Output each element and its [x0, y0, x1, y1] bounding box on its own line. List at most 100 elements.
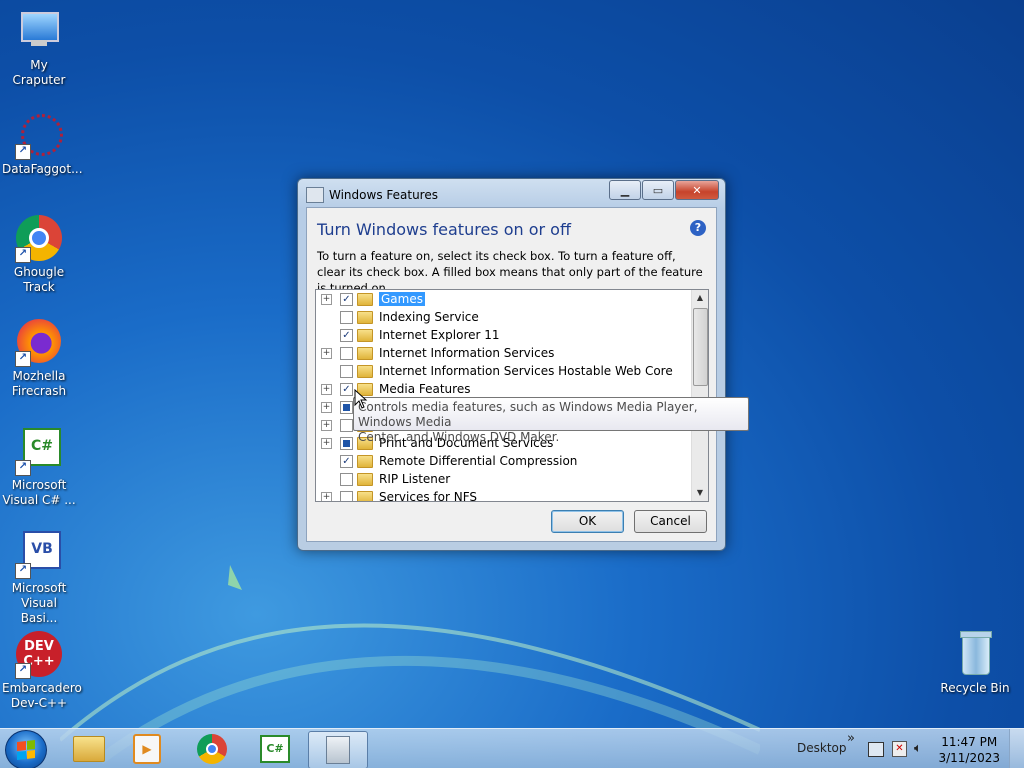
- taskbar-visual-csharp[interactable]: C#: [246, 731, 304, 767]
- scrollbar-thumb[interactable]: [693, 308, 708, 386]
- folder-icon: [73, 736, 105, 762]
- action-center-icon[interactable]: ✕: [892, 741, 907, 757]
- desktop-icon-my-computer[interactable]: My Craputer: [2, 8, 76, 88]
- vertical-scrollbar[interactable]: ▲ ▼: [691, 290, 708, 501]
- desktop-icon-dev-cpp[interactable]: DEV C++ ↗ Embarcadero Dev-C++: [2, 631, 82, 711]
- desktop-icon-visual-csharp[interactable]: C# ↗ Microsoft Visual C# ...: [2, 428, 76, 508]
- feature-checkbox[interactable]: [340, 400, 353, 414]
- feature-checkbox[interactable]: ✓: [340, 292, 353, 306]
- taskbar-explorer[interactable]: [60, 731, 118, 767]
- desktop-icon-recycle-bin[interactable]: Recycle Bin: [938, 631, 1012, 696]
- help-icon[interactable]: ?: [690, 220, 706, 236]
- start-button[interactable]: [5, 730, 47, 768]
- feature-row[interactable]: + Services for NFS: [316, 488, 478, 502]
- feature-row[interactable]: Indexing Service: [316, 308, 479, 326]
- show-desktop-button[interactable]: [1009, 729, 1024, 768]
- clock-date: 3/11/2023: [938, 751, 1000, 765]
- feature-label: Indexing Service: [379, 310, 479, 324]
- window-app-icon: [306, 187, 324, 203]
- windows-logo-icon: [17, 740, 35, 760]
- clock[interactable]: 11:47 PM 3/11/2023: [938, 734, 1000, 766]
- feature-label: Internet Explorer 11: [379, 328, 500, 342]
- feature-checkbox[interactable]: [340, 472, 353, 486]
- dev-cpp-icon: DEV C++ ↗: [15, 631, 63, 679]
- shortcut-arrow-icon: ↗: [15, 563, 31, 579]
- taskbar-windows-features[interactable]: [308, 731, 368, 768]
- feature-label: Games: [379, 292, 425, 306]
- feature-row[interactable]: Internet Information Services Hostable W…: [316, 362, 673, 380]
- folder-icon: [357, 310, 373, 324]
- clock-time: 11:47 PM: [941, 735, 998, 749]
- expand-icon[interactable]: +: [321, 437, 332, 449]
- shortcut-arrow-icon: ↗: [15, 247, 31, 263]
- expand-icon[interactable]: +: [321, 293, 332, 305]
- shortcut-arrow-icon: ↗: [15, 144, 31, 160]
- close-icon: ✕: [692, 183, 702, 197]
- dialog-heading: Turn Windows features on or off: [317, 220, 571, 239]
- network-icon[interactable]: [868, 742, 884, 757]
- maximize-icon: ▭: [652, 183, 664, 197]
- taskbar: ▶ C# Desktop » ✕ 🔈︎ 11:47 PM 3/11/2023: [0, 728, 1024, 768]
- ok-button[interactable]: OK: [551, 510, 624, 533]
- scroll-up-icon[interactable]: ▲: [692, 290, 708, 306]
- feature-label: Remote Differential Compression: [379, 454, 578, 468]
- folder-icon: [357, 490, 373, 501]
- minimize-button[interactable]: ▁: [609, 180, 641, 200]
- chrome-icon: ↗: [15, 215, 63, 263]
- computer-icon: [15, 8, 63, 56]
- feature-row[interactable]: ✓ Internet Explorer 11: [316, 326, 500, 344]
- feature-checkbox[interactable]: ✓: [340, 382, 353, 396]
- feature-checkbox[interactable]: [340, 436, 353, 450]
- desktop-icon-visual-basic[interactable]: VB ↗ Microsoft Visual Basi...: [2, 531, 76, 626]
- desktop-icon-datafaggot[interactable]: ↗ DataFaggot...: [2, 112, 83, 177]
- feature-checkbox[interactable]: [340, 418, 353, 432]
- feature-checkbox[interactable]: ✓: [340, 328, 353, 342]
- windows-features-dialog: Windows Features ▁ ▭ ✕ Turn Windows feat…: [297, 178, 726, 551]
- feature-label: Internet Information Services Hostable W…: [379, 364, 673, 378]
- folder-icon: [357, 364, 373, 378]
- shortcut-arrow-icon: ↗: [15, 663, 31, 679]
- chrome-icon: [197, 734, 227, 764]
- feature-row[interactable]: + ✓ Media Features: [316, 380, 470, 398]
- folder-icon: [357, 472, 373, 486]
- datafaggot-icon: ↗: [15, 112, 63, 160]
- recycle-bin-icon: [951, 631, 999, 679]
- volume-icon[interactable]: 🔈︎: [914, 741, 922, 756]
- expand-icon[interactable]: +: [321, 347, 332, 359]
- feature-row[interactable]: ✓ Remote Differential Compression: [316, 452, 577, 470]
- folder-icon: [357, 454, 373, 468]
- feature-checkbox[interactable]: [340, 346, 353, 360]
- feature-tooltip: Controls media features, such as Windows…: [353, 397, 749, 444]
- taskbar-chrome[interactable]: [183, 731, 241, 767]
- desktop-icon-mozhella-firecrash[interactable]: ↗ Mozhella Firecrash: [2, 319, 76, 399]
- feature-row[interactable]: + Internet Information Services: [316, 344, 554, 362]
- feature-checkbox[interactable]: [340, 490, 353, 501]
- feature-label: Internet Information Services: [379, 346, 555, 360]
- scroll-down-icon[interactable]: ▼: [692, 485, 708, 501]
- expand-icon[interactable]: +: [321, 383, 332, 395]
- feature-checkbox[interactable]: [340, 310, 353, 324]
- expand-icon[interactable]: +: [321, 419, 332, 431]
- expand-icon[interactable]: +: [321, 491, 332, 501]
- desktop-icon-ghougle-track[interactable]: ↗ Ghougle Track: [2, 215, 76, 295]
- feature-row[interactable]: + ✓ Games: [316, 290, 425, 308]
- feature-checkbox[interactable]: ✓: [340, 454, 353, 468]
- close-button[interactable]: ✕: [675, 180, 719, 200]
- feature-label: Media Features: [379, 382, 471, 396]
- cancel-button[interactable]: Cancel: [634, 510, 707, 533]
- features-tree[interactable]: + ✓ Games Indexing Service ✓ Internet Explore…: [315, 289, 709, 502]
- expand-icon[interactable]: +: [321, 401, 332, 413]
- minimize-icon: ▁: [620, 183, 630, 197]
- media-player-icon: ▶: [133, 734, 161, 764]
- dialog-body: Turn Windows features on or off ? To tur…: [306, 207, 717, 542]
- taskbar-media-player[interactable]: ▶: [118, 731, 176, 767]
- feature-label: RIP Listener: [379, 472, 451, 486]
- feature-row[interactable]: RIP Listener: [316, 470, 450, 488]
- toolbar-chevron-icon[interactable]: »: [847, 731, 855, 746]
- desktop-toolbar-label[interactable]: Desktop: [797, 741, 847, 755]
- maximize-button[interactable]: ▭: [642, 180, 674, 200]
- mouse-cursor-icon: [354, 389, 368, 409]
- window-title: Windows Features: [329, 188, 438, 202]
- feature-label: Services for NFS: [379, 490, 478, 502]
- feature-checkbox[interactable]: [340, 364, 353, 378]
